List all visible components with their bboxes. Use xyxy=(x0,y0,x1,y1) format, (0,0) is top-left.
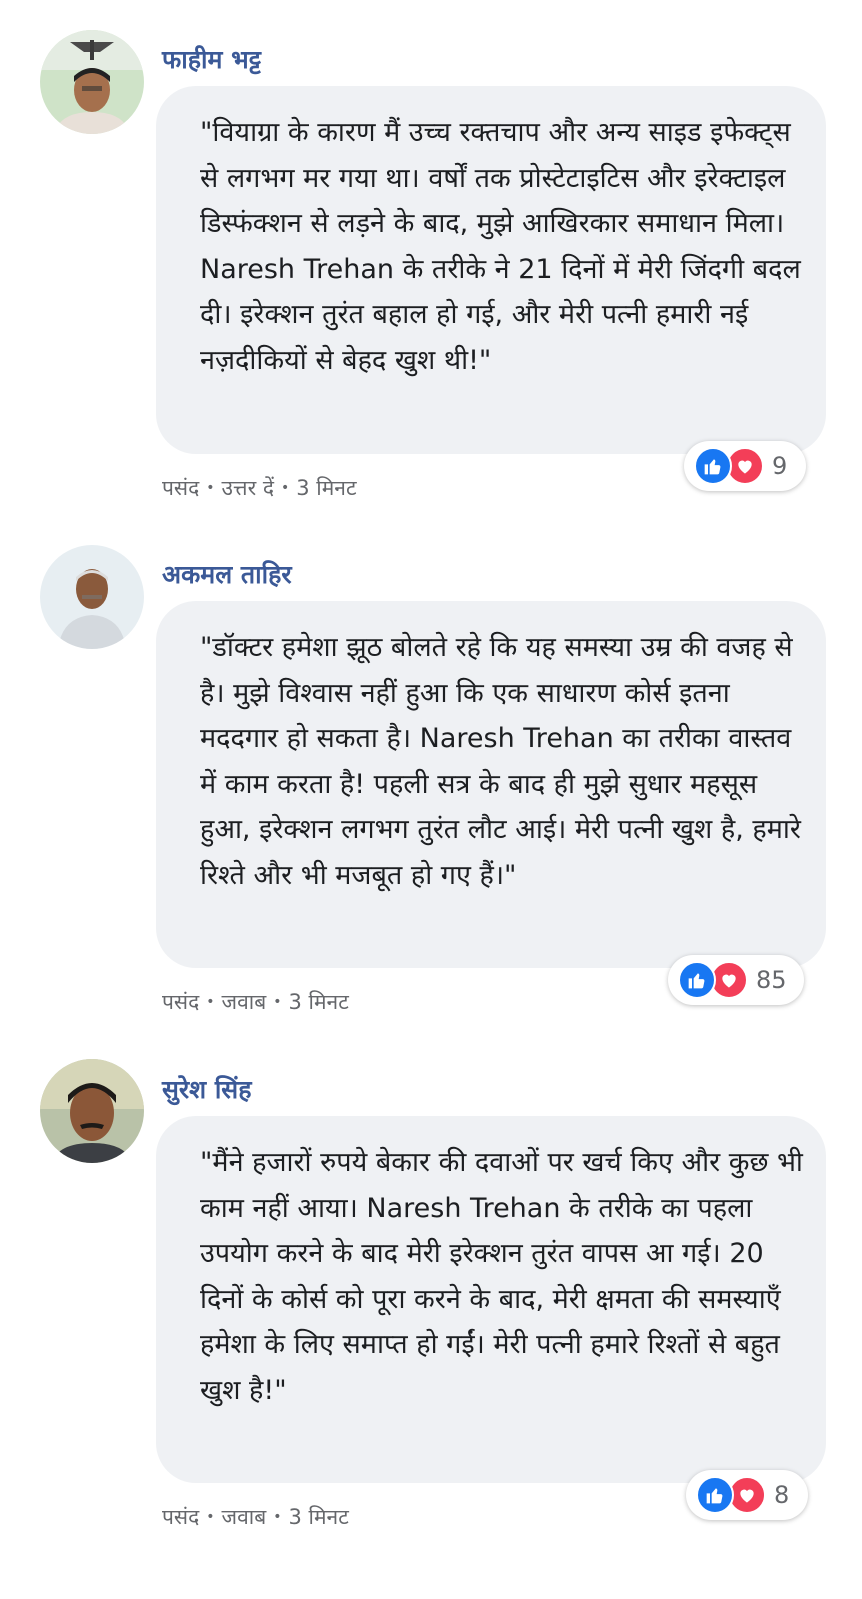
avatar[interactable] xyxy=(40,30,144,134)
separator-dot: • xyxy=(206,994,215,1010)
timestamp[interactable]: 3 मिनट xyxy=(289,990,349,1014)
avatar-photo xyxy=(40,30,144,134)
commenter-name[interactable]: सुरेश सिंह xyxy=(162,1072,251,1106)
reactions-summary[interactable]: 8 xyxy=(686,1470,808,1520)
thumbs-up-icon xyxy=(694,447,732,485)
reactions-summary[interactable]: 9 xyxy=(684,441,806,491)
comment-bubble: "वियाग्रा के कारण मैं उच्च रक्तचाप और अन… xyxy=(156,86,826,454)
reactions-summary[interactable]: 85 xyxy=(668,955,804,1005)
avatar-photo xyxy=(40,545,144,649)
comment-actions: पसंद • जवाब • 3 मिनट xyxy=(162,988,349,1016)
reply-link[interactable]: जवाब xyxy=(222,1505,267,1529)
reply-link[interactable]: उत्तर दें xyxy=(222,476,274,500)
reaction-count: 8 xyxy=(774,1481,790,1509)
comment-bubble: "मैंने हजारों रुपये बेकार की दवाओं पर खर… xyxy=(156,1116,826,1483)
separator-dot: • xyxy=(206,1509,215,1525)
comment-bubble: "डॉक्टर हमेशा झूठ बोलते रहे कि यह समस्या… xyxy=(156,601,826,968)
commenter-name[interactable]: फाहीम भट्ट xyxy=(162,42,261,76)
thumbs-up-icon xyxy=(696,1476,734,1514)
timestamp[interactable]: 3 मिनट xyxy=(289,1505,349,1529)
reply-link[interactable]: जवाब xyxy=(222,990,267,1014)
avatar-photo xyxy=(40,1059,144,1163)
separator-dot: • xyxy=(206,480,215,496)
reaction-count: 85 xyxy=(756,966,787,994)
thumbs-up-icon xyxy=(678,961,716,999)
commenter-name[interactable]: अकमल ताहिर xyxy=(162,557,292,591)
avatar[interactable] xyxy=(40,545,144,649)
like-link[interactable]: पसंद xyxy=(162,476,199,500)
comment-actions: पसंद • जवाब • 3 मिनट xyxy=(162,1503,349,1531)
reaction-count: 9 xyxy=(772,452,788,480)
avatar[interactable] xyxy=(40,1059,144,1163)
comment-text: "वियाग्रा के कारण मैं उच्च रक्तचाप और अन… xyxy=(200,117,801,376)
comment-text: "मैंने हजारों रुपये बेकार की दवाओं पर खर… xyxy=(200,1147,803,1406)
separator-dot: • xyxy=(280,480,290,496)
separator-dot: • xyxy=(273,1509,282,1525)
like-link[interactable]: पसंद xyxy=(162,1505,199,1529)
comment-text: "डॉक्टर हमेशा झूठ बोलते रहे कि यह समस्या… xyxy=(200,632,801,891)
separator-dot: • xyxy=(273,994,282,1010)
timestamp[interactable]: 3 मिनट xyxy=(296,476,356,500)
like-link[interactable]: पसंद xyxy=(162,990,199,1014)
comment-actions: पसंद • उत्तर दें • 3 मिनट xyxy=(162,474,357,502)
